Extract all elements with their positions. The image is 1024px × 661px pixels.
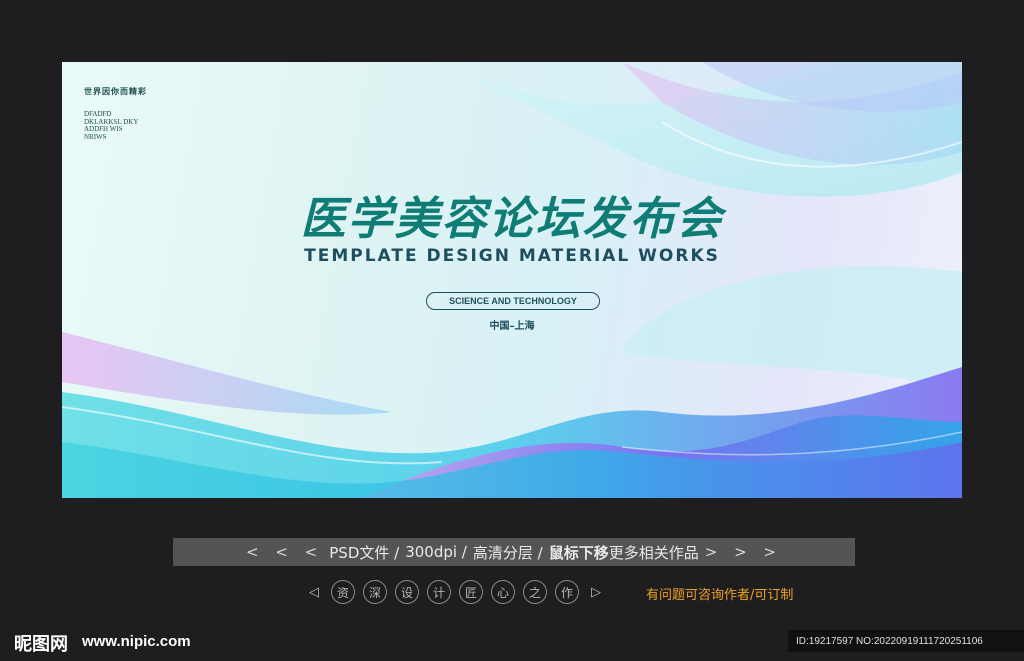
- brand-cn: 世界因你而精彩: [84, 86, 147, 96]
- nav-char: 之: [523, 580, 547, 604]
- nav-char: 设: [395, 580, 419, 604]
- hover-hint: 鼠标下移: [548, 543, 609, 562]
- info-bar: < < < PSD文件 / 300dpi / 高清分层 / 鼠标下移 更多相关作品…: [173, 538, 855, 566]
- resolution: 300dpi /: [405, 543, 467, 561]
- poster-title-cn: 医学美容论坛发布会: [300, 192, 724, 245]
- right-arrows-icon: > > >: [704, 543, 782, 561]
- contact-author-link[interactable]: 有问题可咨询作者/可订制: [646, 584, 793, 603]
- brand-line: NRIWS: [84, 132, 107, 141]
- file-format: PSD文件 /: [329, 543, 400, 562]
- nav-char: 作: [555, 580, 579, 604]
- brand-block: 世界因你而精彩 DFADFD DKLAKKSL DKY ADDFH WIS NR…: [84, 86, 147, 141]
- nav-char: 计: [427, 580, 451, 604]
- next-triangle-icon[interactable]: ▷: [587, 585, 605, 600]
- more-works-link[interactable]: 更多相关作品: [609, 542, 699, 563]
- poster-title-en: TEMPLATE DESIGN MATERIAL WORKS: [304, 246, 720, 266]
- image-id-strip: ID:19217597 NO:20220919111720251106: [788, 630, 1024, 652]
- nav-char: 资: [331, 580, 355, 604]
- nav-char: 匠: [459, 580, 483, 604]
- nav-char: 深: [363, 580, 387, 604]
- site-url[interactable]: www.nipic.com: [82, 633, 191, 650]
- layers-info: 高清分层 /: [472, 543, 543, 562]
- location-text: 中国–上海: [489, 321, 535, 332]
- brand-lines: DFADFD DKLAKKSL DKY ADDFH WIS NRIWS: [84, 110, 147, 141]
- nav-char: 心: [491, 580, 515, 604]
- prev-triangle-icon[interactable]: ◁: [305, 585, 323, 600]
- designer-nav: ◁ 资 深 设 计 匠 心 之 作 ▷: [305, 580, 605, 604]
- left-arrows-icon: < < <: [246, 543, 324, 561]
- fluid-background: [62, 62, 962, 498]
- site-logo[interactable]: 昵图网: [14, 630, 68, 656]
- tagline-pill: SCIENCE AND TECHNOLOGY: [426, 292, 600, 310]
- poster-image: 世界因你而精彩 DFADFD DKLAKKSL DKY ADDFH WIS NR…: [62, 62, 962, 498]
